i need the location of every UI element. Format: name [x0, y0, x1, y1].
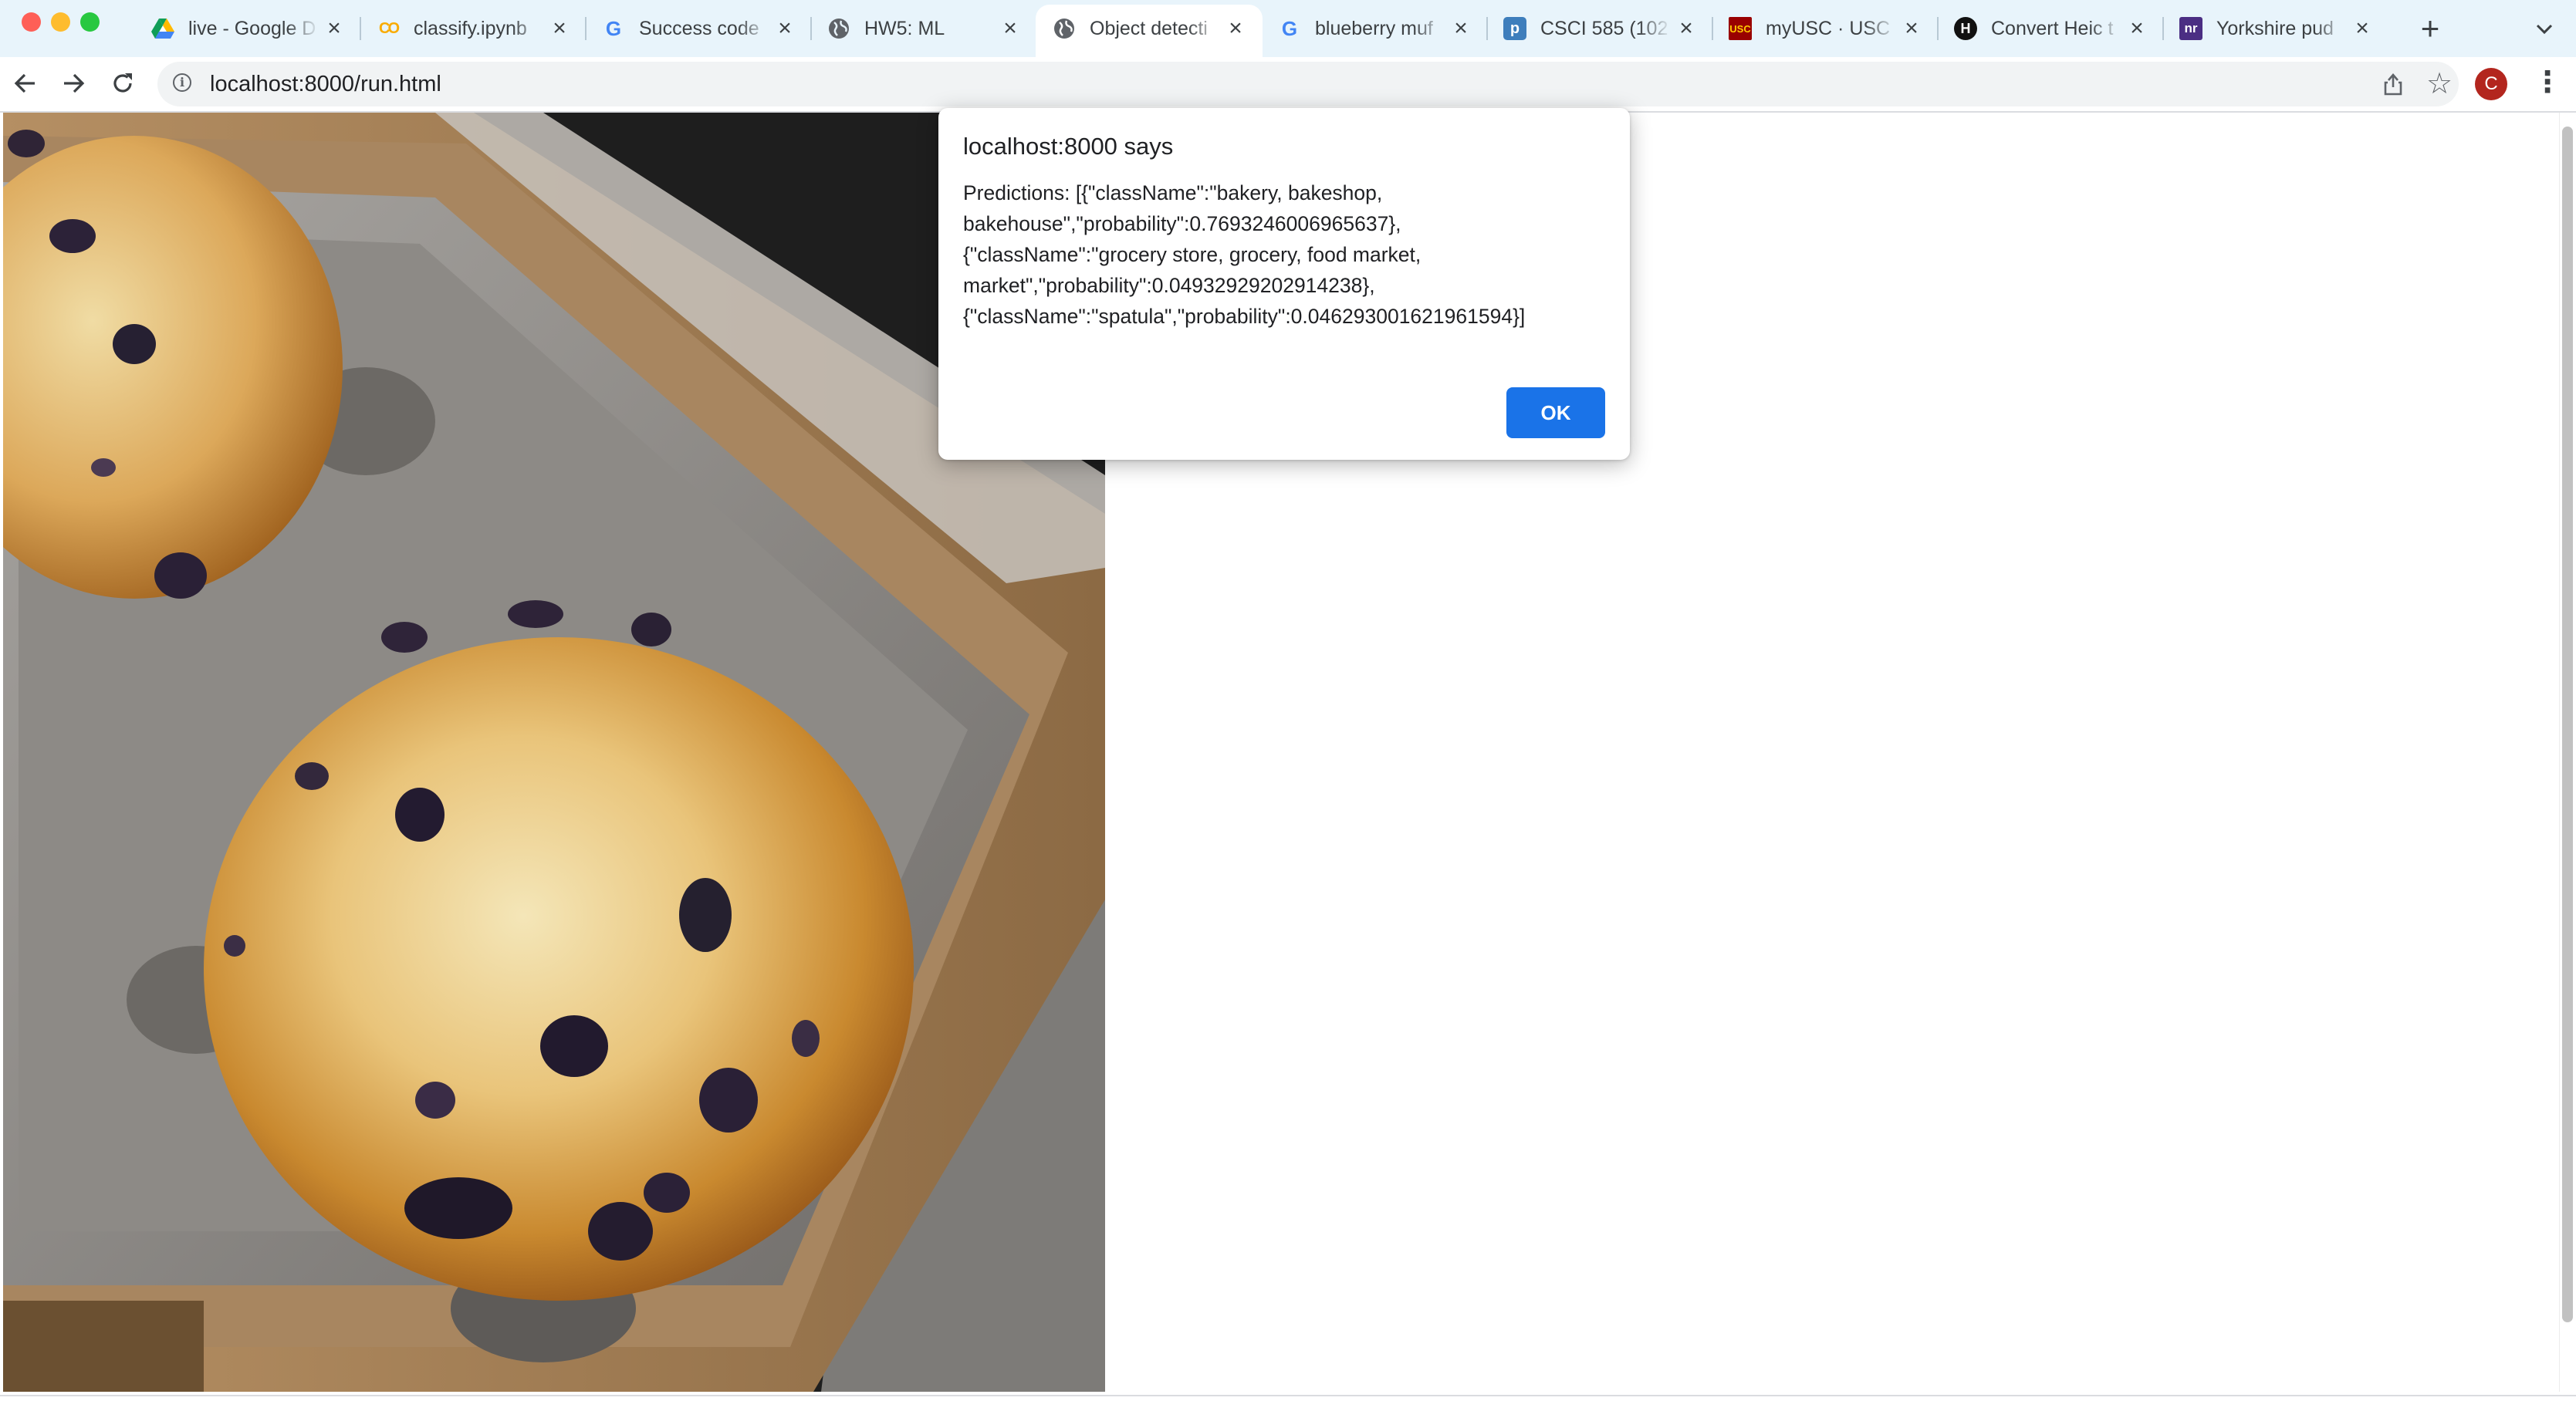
scrollbar-thumb[interactable] — [2562, 127, 2573, 1322]
new-tab-plus-icon[interactable]: + — [2411, 9, 2449, 48]
nr-icon: nr — [2179, 17, 2202, 40]
google-icon: G — [1281, 16, 1298, 40]
alert-dialog: localhost:8000 says Predictions: [{"clas… — [938, 108, 1630, 460]
tab-yorkshire-pudding[interactable]: nr Yorkshire pud × — [2169, 9, 2383, 48]
address-bar[interactable]: i localhost:8000/run.html ☆ — [157, 62, 2459, 106]
tab-convert-heic[interactable]: H Convert Heic t × — [1943, 9, 2158, 48]
tab-divider — [1937, 17, 1939, 40]
tab-close-icon[interactable]: × — [1676, 15, 1696, 42]
more-menu-icon[interactable]: ⋮ — [2533, 65, 2562, 103]
bookmark-star-icon[interactable]: ☆ — [2426, 66, 2453, 102]
window-maximize-button[interactable] — [80, 12, 100, 32]
window-minimize-button[interactable] — [51, 12, 70, 32]
tab-close-icon[interactable]: × — [324, 15, 344, 42]
tab-title: classify.ipynb — [414, 17, 527, 39]
tab-close-icon[interactable]: × — [549, 15, 570, 42]
globe-icon — [827, 17, 850, 40]
tab-close-icon[interactable]: × — [1225, 15, 1246, 42]
tab-close-icon[interactable]: × — [775, 15, 795, 42]
tab-title: live - Google D — [188, 17, 316, 39]
google-icon: G — [605, 16, 622, 40]
tab-close-icon[interactable]: × — [2352, 15, 2372, 42]
google-drive-icon — [151, 17, 174, 40]
h-icon: H — [1954, 17, 1977, 40]
tab-google-search[interactable]: G Success code × — [591, 9, 806, 48]
back-arrow-icon[interactable] — [5, 62, 46, 104]
tab-divider — [1486, 17, 1488, 40]
browser-toolbar: i localhost:8000/run.html ☆ C ⋮ — [0, 57, 2576, 111]
tab-divider — [810, 17, 812, 40]
site-info-icon[interactable]: i — [173, 73, 191, 92]
tab-divider — [1712, 17, 1713, 40]
tab-title: Yorkshire pud — [2216, 17, 2334, 39]
tab-strip: live - Google D × CO classify.ipynb × G … — [0, 0, 2576, 57]
tab-search-chevron-down-icon[interactable] — [2525, 9, 2564, 48]
tab-title: HW5: ML — [864, 17, 945, 39]
tab-myusc[interactable]: USC myUSC · USC × — [1718, 9, 1932, 48]
tab-hw5[interactable]: HW5: ML × — [816, 9, 1031, 48]
dialog-message: Predictions: [{"className":"bakery, bake… — [963, 181, 1526, 328]
tab-google-drive[interactable]: live - Google D × — [140, 9, 355, 48]
tab-close-icon[interactable]: × — [1451, 15, 1471, 42]
window-bottom-border — [0, 1395, 2576, 1396]
tab-blueberry-muffin[interactable]: G blueberry muf × — [1267, 9, 1482, 48]
tab-divider — [360, 17, 361, 40]
tab-close-icon[interactable]: × — [1000, 15, 1020, 42]
tab-close-icon[interactable]: × — [2127, 15, 2147, 42]
tab-csci-585[interactable]: p CSCI 585 (102 × — [1493, 9, 1707, 48]
piazza-icon: p — [1503, 17, 1526, 40]
url-text: localhost:8000/run.html — [210, 72, 441, 96]
tab-title: CSCI 585 (102 — [1540, 17, 1668, 39]
window-close-button[interactable] — [22, 12, 41, 32]
tab-close-icon[interactable]: × — [1902, 15, 1922, 42]
tab-title: myUSC · USC — [1766, 17, 1891, 39]
share-icon[interactable] — [2380, 71, 2406, 97]
ok-button[interactable]: OK — [1506, 387, 1605, 438]
tab-title: Convert Heic t — [1991, 17, 2114, 39]
tab-divider — [585, 17, 587, 40]
forward-arrow-icon[interactable] — [52, 62, 94, 104]
usc-icon: USC — [1729, 17, 1752, 40]
tab-title: blueberry muf — [1315, 17, 1433, 39]
reload-icon[interactable] — [102, 62, 144, 104]
tab-title: Success code — [639, 17, 759, 39]
tab-title: Object detecti — [1090, 17, 1208, 39]
dialog-title: localhost:8000 says — [963, 133, 1174, 160]
tab-colab[interactable]: CO classify.ipynb × — [366, 9, 580, 48]
tab-divider — [2162, 17, 2164, 40]
profile-avatar[interactable]: C — [2475, 68, 2507, 100]
colab-icon: CO — [379, 19, 400, 37]
globe-icon — [1053, 17, 1076, 40]
tab-object-detection[interactable]: Object detecti × — [1042, 9, 1256, 48]
